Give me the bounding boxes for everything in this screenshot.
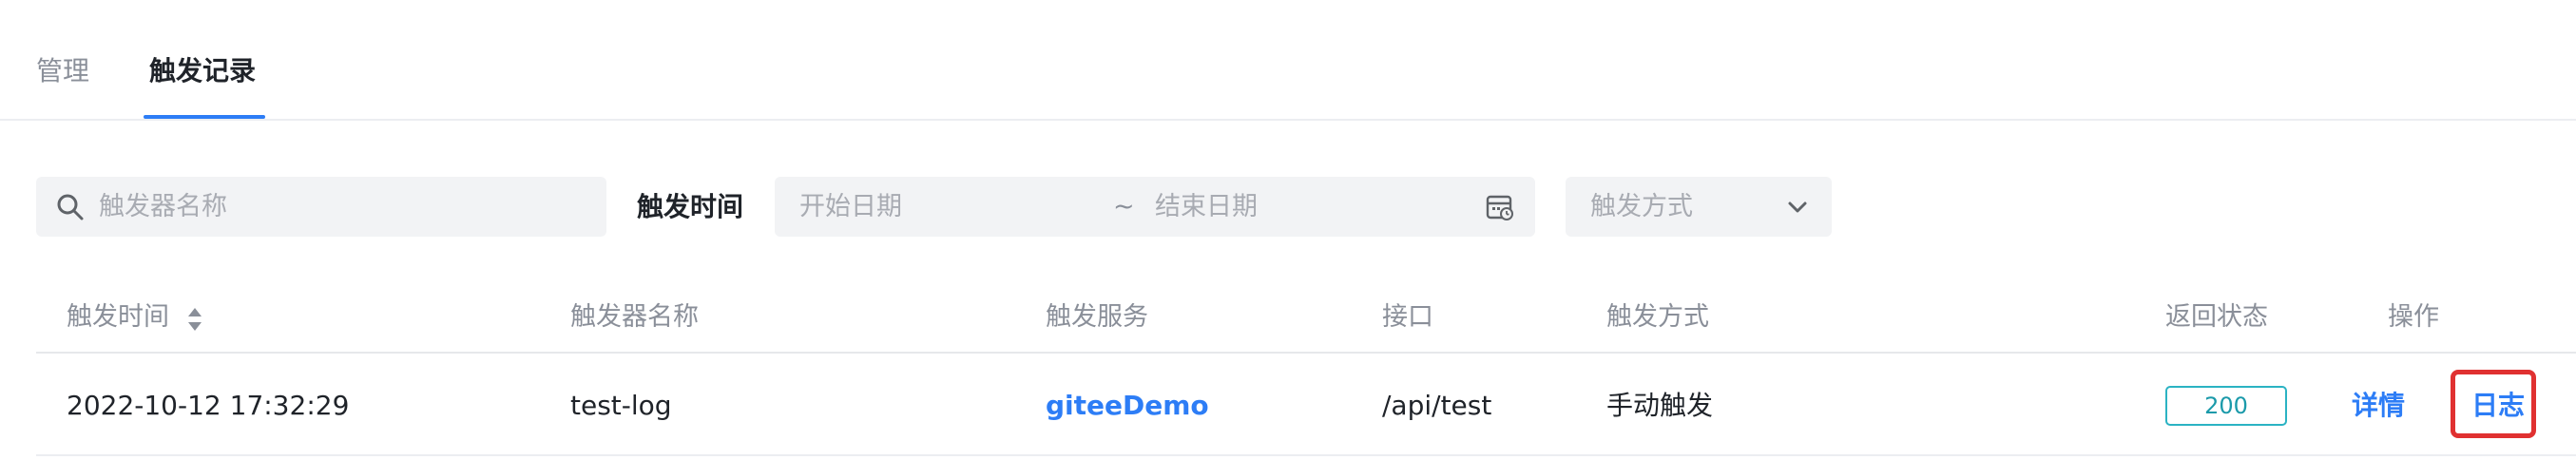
search-icon: [57, 194, 84, 220]
service-link[interactable]: giteeDemo: [1046, 387, 1209, 425]
column-header-actions: 操作: [2388, 302, 2439, 332]
detail-button[interactable]: 详情: [2352, 387, 2405, 425]
trigger-mode-select[interactable]: 触发方式: [1566, 177, 1832, 237]
cell-trigger-mode: 手动触发: [1606, 390, 1714, 421]
sort-icon[interactable]: [186, 306, 203, 333]
column-header-api: 接口: [1382, 302, 1433, 332]
column-header-trigger-time[interactable]: 触发时间: [67, 298, 169, 336]
trigger-mode-placeholder: 触发方式: [1590, 192, 1693, 221]
table-row: 2022-10-12 17:32:29 test-log giteeDemo /…: [36, 355, 2576, 456]
tab-trigger-records[interactable]: 触发记录: [149, 52, 256, 90]
column-header-service: 触发服务: [1046, 302, 1148, 332]
search-input[interactable]: 触发器名称: [36, 177, 606, 237]
cell-trigger-time: 2022-10-12 17:32:29: [67, 390, 350, 421]
table-header: 触发时间 触发器名称 触发服务 接口 触发方式 返回状态 操作: [36, 285, 2576, 354]
log-button-highlight: [2451, 370, 2536, 438]
cell-trigger-name: test-log: [570, 390, 672, 421]
calendar-icon[interactable]: [1486, 193, 1514, 221]
trigger-time-label: 触发时间: [637, 191, 744, 222]
tab-manage[interactable]: 管理: [36, 52, 89, 90]
active-tab-indicator: [144, 115, 265, 119]
end-date-placeholder[interactable]: 结束日期: [1155, 177, 1258, 237]
tab-bar: 管理 触发记录: [0, 0, 2576, 121]
chevron-down-icon: [1788, 201, 1807, 213]
search-placeholder: 触发器名称: [99, 192, 227, 221]
column-header-trigger-name: 触发器名称: [570, 302, 699, 332]
start-date-placeholder[interactable]: 开始日期: [799, 177, 902, 237]
date-separator: ~: [1113, 192, 1135, 221]
column-header-trigger-mode: 触发方式: [1606, 302, 1709, 332]
cell-api: /api/test: [1382, 390, 1492, 421]
status-badge: 200: [2165, 386, 2287, 426]
date-range-picker[interactable]: 开始日期 ~ 结束日期: [775, 177, 1535, 237]
column-header-status: 返回状态: [2165, 302, 2268, 332]
